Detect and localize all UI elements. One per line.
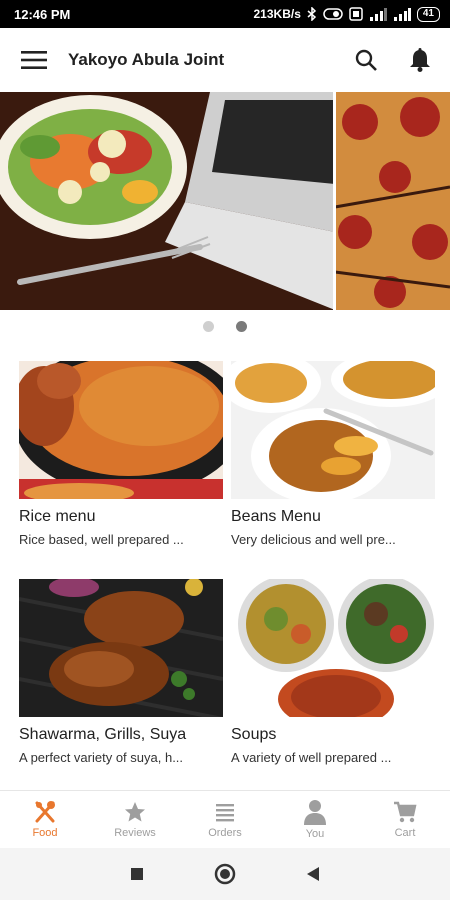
- star-icon: [125, 802, 145, 822]
- menu-card-beans[interactable]: Beans Menu Very delicious and well pre..…: [231, 361, 435, 547]
- carousel-indicator: [0, 321, 450, 332]
- nav-label: Cart: [394, 827, 416, 839]
- soups-menu-image: [231, 579, 435, 717]
- promo-banner[interactable]: [0, 92, 450, 310]
- status-icons: 213KB/s 41: [253, 6, 440, 22]
- page-title: Yakoyo Abula Joint: [68, 50, 225, 69]
- nav-label: Reviews: [114, 827, 156, 839]
- person-icon: [304, 800, 326, 825]
- grills-menu-image: [19, 579, 223, 717]
- nav-item-food[interactable]: Food: [0, 791, 90, 848]
- menu-card-title: Shawarma, Grills, Suya: [19, 726, 187, 743]
- bottom-navigation: Food Reviews Orders You Cart: [0, 790, 450, 848]
- menu-card-grills[interactable]: Shawarma, Grills, Suya A perfect variety…: [19, 579, 223, 765]
- app-bar: Yakoyo Abula Joint: [0, 28, 450, 92]
- bluetooth-icon: [307, 7, 316, 21]
- menu-card-title: Beans Menu: [231, 508, 321, 525]
- nav-label: Orders: [208, 827, 242, 839]
- menu-card-description: A perfect variety of suya, h...: [19, 750, 184, 765]
- cart-icon: [394, 801, 417, 823]
- hamburger-icon: [21, 51, 47, 69]
- menu-card-description: Very delicious and well pre...: [231, 532, 396, 547]
- vpn-icon: [349, 7, 363, 21]
- menu-card-title: Rice menu: [19, 508, 96, 525]
- notifications-button[interactable]: [404, 44, 436, 76]
- carousel-dot[interactable]: [203, 321, 214, 332]
- nav-item-you[interactable]: You: [270, 791, 360, 848]
- list-icon: [216, 804, 234, 822]
- search-button[interactable]: [350, 44, 382, 76]
- home-icon[interactable]: [214, 863, 236, 885]
- nav-item-orders[interactable]: Orders: [180, 791, 270, 848]
- menu-card-description: A variety of well prepared ...: [231, 750, 392, 765]
- bell-icon: [410, 48, 430, 72]
- signal-2-icon: [393, 8, 411, 21]
- toggle-icon: [323, 8, 343, 20]
- recent-apps-icon[interactable]: [130, 867, 144, 881]
- menu-card-description: Rice based, well prepared ...: [19, 532, 184, 547]
- back-icon[interactable]: [306, 866, 320, 882]
- system-navigation-bar: [0, 848, 450, 900]
- carousel-dot-active[interactable]: [236, 321, 247, 332]
- nav-item-reviews[interactable]: Reviews: [90, 791, 180, 848]
- status-bar: 12:46 PM 213KB/s 41: [0, 0, 450, 28]
- menu-card-soups[interactable]: Soups A variety of well prepared ...: [231, 579, 435, 765]
- fork-knife-icon: [35, 801, 55, 823]
- search-icon: [355, 49, 377, 71]
- nav-label: You: [305, 828, 325, 840]
- menu-card-rice[interactable]: Rice menu Rice based, well prepared ...: [19, 361, 223, 547]
- status-time: 12:46 PM: [14, 6, 71, 22]
- battery-indicator: 41: [416, 6, 440, 22]
- network-speed: 213KB/s: [253, 7, 301, 21]
- signal-1-icon: [369, 8, 387, 21]
- beans-menu-image: [231, 361, 435, 499]
- banner-image: [0, 92, 450, 310]
- menu-card-title: Soups: [231, 726, 277, 743]
- rice-menu-image: [19, 361, 223, 499]
- nav-label: Food: [32, 827, 58, 839]
- nav-item-cart[interactable]: Cart: [360, 791, 450, 848]
- menu-button[interactable]: [18, 44, 50, 76]
